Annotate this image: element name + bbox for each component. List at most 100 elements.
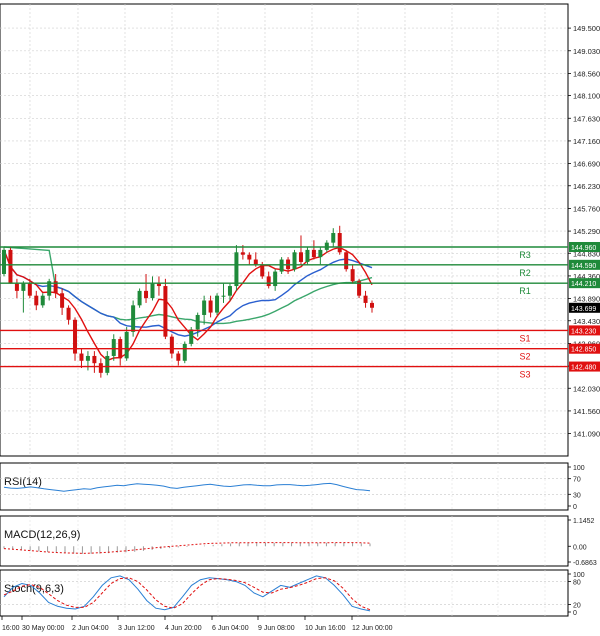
candle-body (189, 329, 194, 344)
candle-body (182, 343, 187, 361)
price-tick-label: 147.630 (573, 114, 600, 123)
candle-body (92, 355, 97, 364)
stoch-panel-area (0, 569, 569, 617)
macd-panel-tick-label: -0.6863 (573, 560, 597, 567)
time-tick-label: 9 Jun 08:00 (258, 625, 295, 632)
stoch-panel-tick-label: 20 (573, 602, 581, 609)
candle-body (137, 290, 142, 306)
candle-body (298, 252, 303, 262)
candle-body (234, 252, 239, 287)
macd-panel-tick-label: 1.1452 (573, 518, 595, 525)
rsi-panel-tick-label: 30 (573, 492, 581, 499)
candle-body (98, 363, 103, 373)
candle-body (131, 305, 136, 332)
stoch-panel-title: Stoch(9,6,3) (4, 583, 64, 595)
candle-body (279, 259, 284, 272)
level-name-s1: S1 (519, 333, 530, 343)
candle-body (176, 353, 181, 361)
time-tick-label: 3 Jun 12:00 (118, 625, 155, 632)
candle-body (8, 249, 13, 284)
rsi-panel-area (0, 462, 569, 511)
stoch-panel-tick-label: 100 (573, 572, 585, 579)
candle-body (221, 295, 226, 297)
candle-body (21, 283, 26, 291)
level-price-label-r3: 144.960 (571, 245, 596, 252)
time-tick-label: 16:00 (2, 625, 20, 632)
macd-panel: 1.1452 0.00 -0.6863 MACD(12,26,9) (0, 515, 597, 567)
candle-body (34, 295, 39, 306)
price-tick-label: 142.030 (573, 384, 600, 393)
price-tick-label: 146.690 (573, 160, 600, 169)
candle-body (324, 242, 329, 250)
level-price-label-r1: 144.210 (571, 281, 596, 288)
candle-body (344, 252, 349, 270)
level-name-r1: R1 (519, 286, 531, 296)
candle-body (14, 283, 19, 291)
candle-body (253, 259, 258, 265)
rsi-panel-tick-label: 100 (573, 465, 585, 472)
candle-body (2, 249, 6, 274)
candle-body (202, 300, 207, 315)
time-tick-label: 6 Jun 04:00 (212, 625, 249, 632)
candle-body (79, 353, 84, 361)
price-panel: 149.500 149.030 148.560 148.100 147.630 147.1… (0, 3, 600, 457)
candle-body (247, 254, 252, 260)
level-price-label-s1: 143.230 (571, 328, 596, 335)
level-price-label-s3: 142.480 (571, 365, 596, 372)
candle-body (240, 252, 245, 255)
candle-body (331, 233, 336, 243)
candle-body (273, 271, 278, 287)
candle-body (150, 283, 155, 299)
candle-body (27, 283, 32, 296)
rsi-panel: 100 70 30 0 RSI(14) (0, 462, 585, 511)
candle-body (260, 264, 265, 277)
rsi-panel-tick-label: 70 (573, 477, 581, 484)
candle-body (60, 293, 65, 308)
rsi-panel-tick-label: 0 (573, 504, 577, 511)
candle-body (163, 286, 168, 337)
trading-chart: 149.500 149.030 148.560 148.100 147.630 147.1… (0, 0, 600, 636)
candle-body (292, 252, 297, 270)
level-name-s3: S3 (519, 370, 530, 380)
rsi-panel-title: RSI(14) (4, 476, 42, 488)
candle-body (311, 249, 316, 258)
candle-body (124, 331, 129, 359)
current-price-label: 143.699 (571, 306, 596, 313)
macd-panel-tick-label: 0.00 (573, 544, 587, 551)
candle-body (105, 355, 110, 373)
price-tick-label: 141.090 (573, 430, 600, 439)
candle-body (40, 295, 45, 306)
level-name-s2: S2 (519, 352, 530, 362)
time-tick-label: 30 May 00:00 (22, 625, 65, 632)
price-tick-label: 143.890 (573, 295, 600, 304)
stoch-panel-tick-label: 0 (573, 610, 577, 617)
candle-body (66, 307, 71, 320)
candle-body (350, 269, 355, 282)
candle-body (85, 355, 90, 361)
price-tick-label: 147.160 (573, 137, 600, 146)
candle-body (169, 336, 174, 354)
time-tick-label: 10 Jun 16:00 (305, 625, 346, 632)
level-name-r3: R3 (519, 250, 531, 260)
price-tick-label: 145.760 (573, 204, 600, 213)
candle-body (318, 249, 323, 258)
macd-panel-area (0, 515, 569, 567)
time-tick-label: 4 Jun 20:00 (165, 625, 202, 632)
candle-body (156, 283, 161, 287)
macd-panel-title: MACD(12,26,9) (4, 529, 80, 541)
candle-body (227, 286, 232, 296)
price-tick-label: 145.290 (573, 227, 600, 236)
price-tick-label: 146.230 (573, 182, 600, 191)
candle-body (266, 276, 271, 287)
candle-body (370, 302, 374, 308)
candle-body (215, 295, 220, 313)
candle-body (111, 339, 116, 356)
level-name-r2: R2 (519, 268, 531, 278)
price-tick-label: 141.560 (573, 407, 600, 416)
candle-body (208, 300, 213, 313)
candle-body (363, 295, 368, 303)
level-price-label-s2: 142.850 (571, 347, 596, 354)
candle-body (195, 314, 200, 330)
price-tick-label: 149.500 (573, 24, 600, 33)
stoch-panel-tick-label: 80 (573, 580, 581, 587)
